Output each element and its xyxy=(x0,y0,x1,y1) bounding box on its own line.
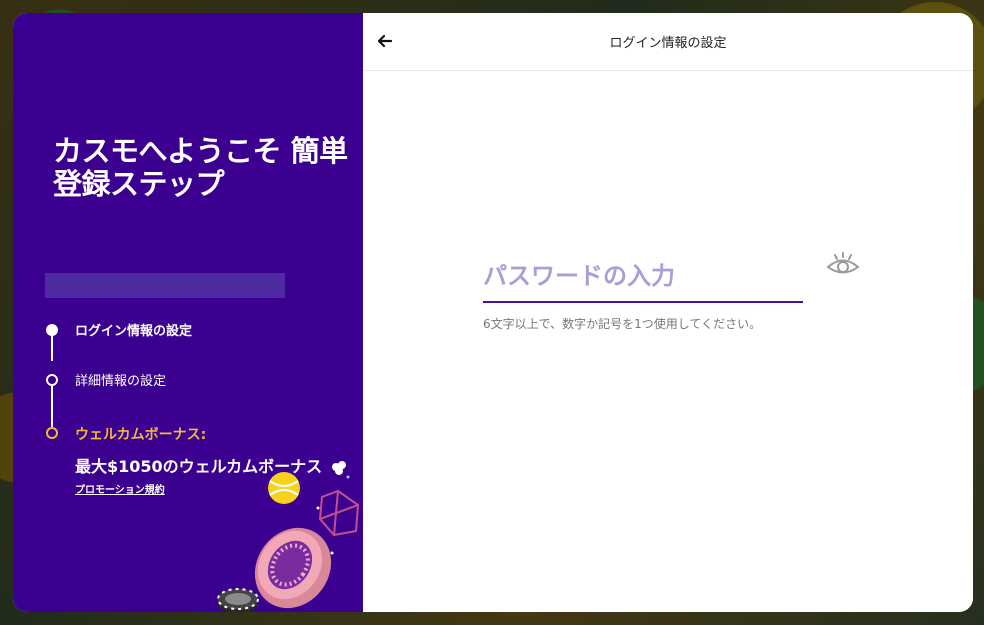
show-password-toggle[interactable] xyxy=(826,250,860,280)
promotion-terms-link[interactable]: プロモーション規約 xyxy=(75,481,165,496)
step-2-indicator xyxy=(46,374,58,386)
gift-box-icon xyxy=(318,489,360,537)
panel-header: ログイン情報の設定 xyxy=(363,13,973,71)
step-2-label: 詳細情報の設定 xyxy=(75,374,167,389)
step-1-label: ログイン情報の設定 xyxy=(75,324,193,339)
casino-chips-illustration xyxy=(217,461,360,612)
login-settings-panel: ログイン情報の設定 6文字以上で、数字か記号を1つ使用してください。 xyxy=(363,13,973,612)
registration-modal: カスモへようこそ 簡単登録ステップ ログイン情報の設定 詳細情報の設定 ウェルカ… xyxy=(13,13,973,612)
password-input[interactable] xyxy=(483,246,803,303)
step-1-indicator xyxy=(46,324,58,336)
page-title: ログイン情報の設定 xyxy=(609,36,727,51)
step-3-indicator xyxy=(46,427,58,439)
eye-icon xyxy=(826,252,860,274)
step-connector-2 xyxy=(51,386,53,427)
password-helper-text: 6文字以上で、数字か記号を1つ使用してください。 xyxy=(483,317,762,331)
black-chip-icon xyxy=(217,588,259,612)
step-connector-1 xyxy=(51,336,53,361)
welcome-title: カスモへようこそ 簡単登録ステップ xyxy=(53,134,348,201)
registration-side-panel: カスモへようこそ 簡単登録ステップ ログイン情報の設定 詳細情報の設定 ウェルカ… xyxy=(13,13,363,612)
tennis-ball-icon xyxy=(268,472,300,504)
step-3-label: ウェルカムボーナス: xyxy=(75,427,207,443)
registration-progress-bar xyxy=(45,273,285,298)
clover-icon xyxy=(332,461,346,475)
